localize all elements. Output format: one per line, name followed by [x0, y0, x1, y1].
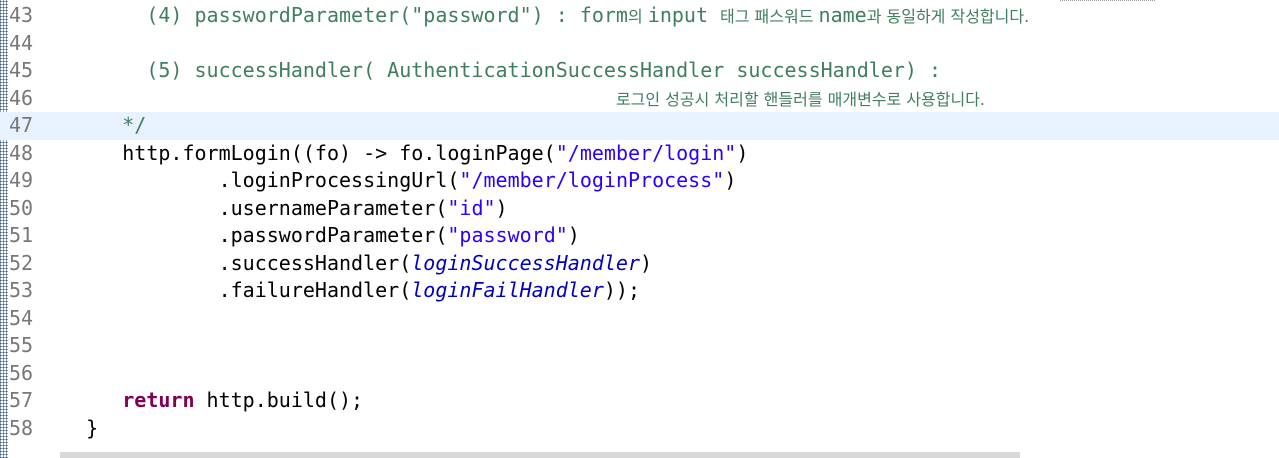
- code-token: 로그인 성공시 처리할 핸들러를 매개변수로 사용합니다.: [615, 89, 986, 109]
- code-token: "password": [447, 223, 568, 247]
- code-line[interactable]: 52 .successHandler(loginSuccessHandler): [0, 250, 1279, 278]
- code-token: http.formLogin((fo) -> fo.loginPage(: [50, 140, 556, 165]
- line-number: 49: [9, 168, 34, 192]
- code-line[interactable]: 47 */: [0, 112, 1279, 140]
- code-token: (4) passwordParameter("password") : form: [50, 3, 628, 27]
- code-token: 태그 패스워드: [720, 7, 819, 26]
- code-token: http.build();: [194, 388, 364, 412]
- code-line[interactable]: 49 .loginProcessingUrl("/member/loginPro…: [0, 167, 1279, 195]
- code-token: input: [647, 3, 721, 27]
- code-text: }: [50, 415, 98, 443]
- horizontal-scrollbar[interactable]: [60, 452, 1020, 458]
- code-text: (5) successHandler( AuthenticationSucces…: [50, 57, 941, 85]
- code-line[interactable]: 58 }: [0, 415, 1279, 443]
- code-text: .successHandler(loginSuccessHandler): [50, 250, 653, 278]
- code-line[interactable]: 43 (4) passwordParameter("password") : f…: [0, 2, 1279, 30]
- code-token: .failureHandler(: [50, 278, 412, 302]
- code-token: "/member/loginProcess": [459, 168, 725, 192]
- code-token: 의: [627, 7, 648, 26]
- line-number: 43: [9, 3, 34, 27]
- line-number: 51: [9, 223, 34, 247]
- line-number: 55: [9, 333, 34, 357]
- code-token: .loginProcessingUrl(: [50, 168, 460, 192]
- code-token: (5) successHandler( AuthenticationSucces…: [50, 58, 942, 82]
- code-line[interactable]: 53 .failureHandler(loginFailHandler));: [0, 277, 1279, 305]
- code-token: loginSuccessHandler: [411, 250, 641, 275]
- code-token: ): [724, 168, 737, 192]
- code-token: ): [495, 195, 508, 220]
- code-line[interactable]: 55: [0, 332, 1279, 360]
- code-token: "/member/login": [555, 140, 737, 165]
- code-token: 과 동일하게 작성합니다.: [866, 7, 1030, 26]
- line-number: 53: [9, 278, 34, 302]
- line-number: 50: [9, 195, 34, 220]
- code-token: "id": [447, 195, 496, 220]
- line-number: 58: [9, 415, 34, 440]
- line-number: 45: [9, 58, 34, 82]
- code-token: ): [736, 140, 749, 165]
- code-line[interactable]: 48 http.formLogin((fo) -> fo.loginPage("…: [0, 140, 1279, 168]
- code-line[interactable]: 57 return http.build();: [0, 387, 1279, 415]
- line-number: 56: [9, 360, 34, 385]
- line-number: 48: [9, 140, 34, 165]
- code-line[interactable]: 46 로그인 성공시 처리할 핸들러를 매개변수로 사용합니다.: [0, 85, 1279, 113]
- code-line[interactable]: 50 .usernameParameter("id"): [0, 195, 1279, 223]
- code-token: ));: [603, 278, 641, 302]
- line-number: 54: [9, 305, 34, 330]
- code-token: ): [640, 250, 653, 275]
- line-number: 52: [9, 250, 34, 275]
- code-text: */: [50, 112, 146, 140]
- line-number: 46: [9, 85, 34, 110]
- code-editor[interactable]: 43 (4) passwordParameter("password") : f…: [0, 0, 1279, 458]
- code-token: loginFailHandler: [411, 278, 604, 302]
- code-line[interactable]: 44: [0, 30, 1279, 58]
- line-number: 44: [9, 30, 34, 55]
- code-text: return http.build();: [50, 387, 363, 415]
- code-token: name: [818, 3, 867, 27]
- code-token: ): [567, 223, 580, 247]
- line-number: 57: [9, 388, 34, 412]
- code-line[interactable]: 45 (5) successHandler( AuthenticationSuc…: [0, 57, 1279, 85]
- code-token: .passwordParameter(: [50, 223, 448, 247]
- code-token: return: [122, 388, 195, 412]
- code-text: http.formLogin((fo) -> fo.loginPage("/me…: [50, 140, 748, 168]
- code-token: }: [50, 415, 99, 440]
- code-text: .usernameParameter("id"): [50, 195, 508, 223]
- code-text: .passwordParameter("password"): [50, 222, 580, 250]
- code-line[interactable]: 56: [0, 360, 1279, 388]
- code-token: .successHandler(: [50, 250, 412, 275]
- line-number: 47: [9, 113, 34, 137]
- code-token: .usernameParameter(: [50, 195, 448, 220]
- code-text: .loginProcessingUrl("/member/loginProces…: [50, 167, 737, 195]
- code-line[interactable]: 51 .passwordParameter("password"): [0, 222, 1279, 250]
- code-text: .failureHandler(loginFailHandler));: [50, 277, 640, 305]
- code-line[interactable]: 54: [0, 305, 1279, 333]
- code-text: (4) passwordParameter("password") : form…: [50, 2, 1029, 31]
- code-text: 로그인 성공시 처리할 핸들러를 매개변수로 사용합니다.: [50, 85, 985, 114]
- code-token: */: [50, 113, 147, 137]
